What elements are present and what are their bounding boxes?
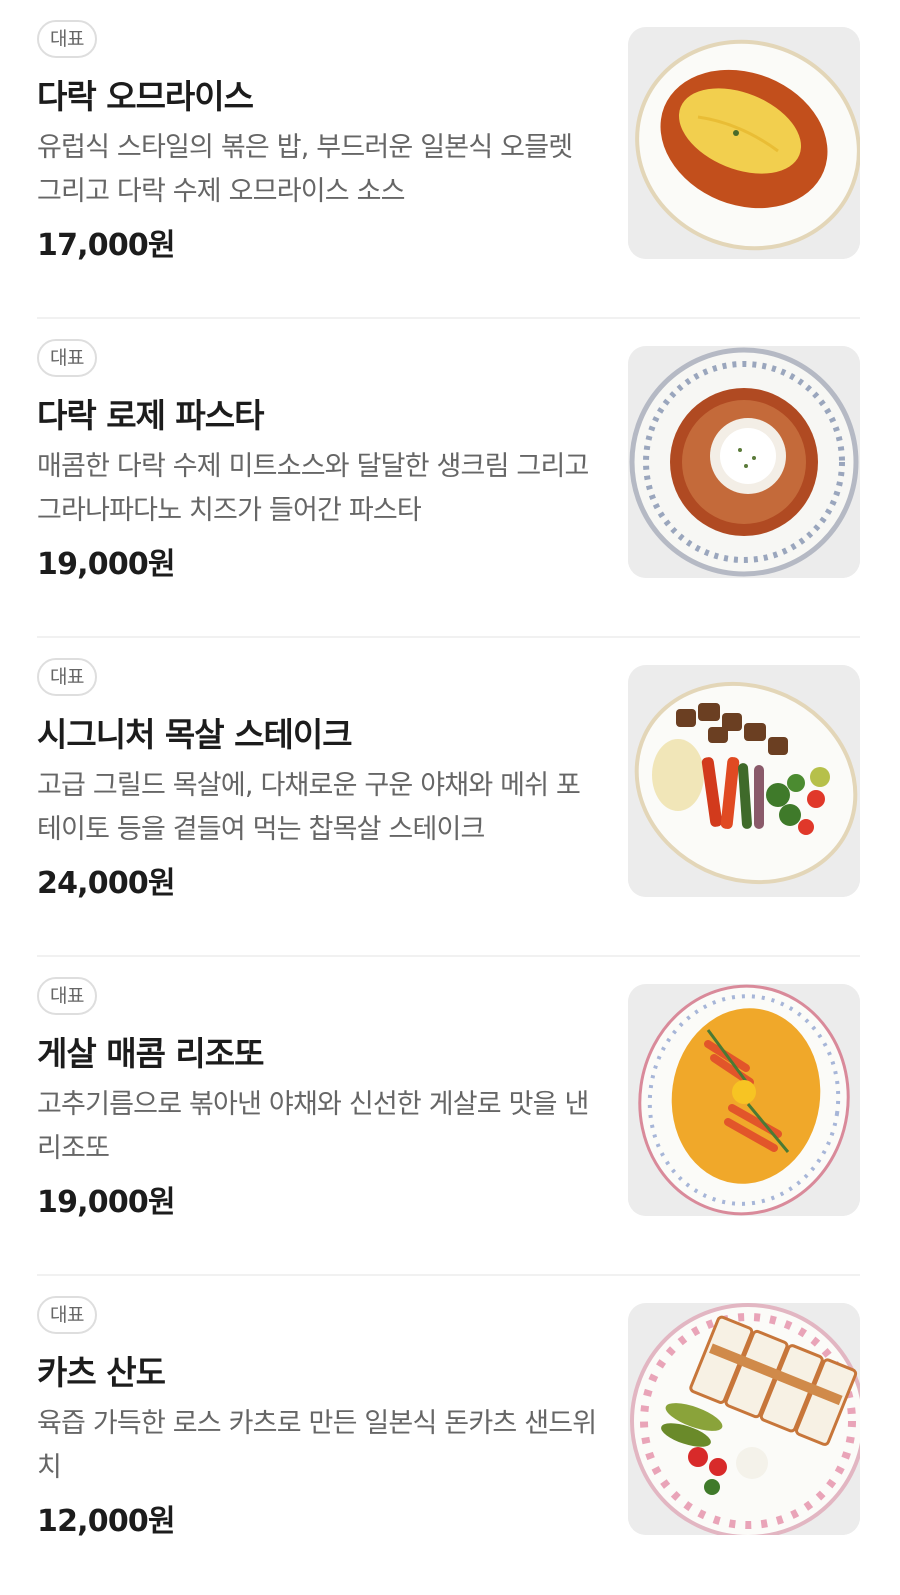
- menu-list: 대표 다락 오므라이스 유럽식 스타일의 볶은 밥, 부드러운 일본식 오믈렛 …: [0, 0, 900, 1595]
- menu-item-price: 19,000원: [37, 1185, 176, 1220]
- menu-item[interactable]: 대표 다락 로제 파스타 매콤한 다락 수제 미트소스와 달달한 생크림 그리고…: [0, 319, 900, 638]
- signature-badge: 대표: [37, 339, 97, 377]
- menu-item-price: 17,000원: [37, 228, 176, 263]
- menu-item-price: 24,000원: [37, 866, 176, 901]
- menu-item-price: 19,000원: [37, 547, 176, 582]
- menu-item[interactable]: 대표 다락 오므라이스 유럽식 스타일의 볶은 밥, 부드러운 일본식 오믈렛 …: [0, 0, 900, 319]
- menu-item-name: 다락 로제 파스타: [37, 396, 264, 435]
- menu-item-name: 시그니처 목살 스테이크: [37, 715, 353, 754]
- menu-item-description: 고급 그릴드 목살에, 다채로운 구운 야채와 메쉬 포테이토 등을 곁들여 먹…: [37, 770, 581, 845]
- signature-badge: 대표: [37, 658, 97, 696]
- katsu-sando-photo[interactable]: [628, 1303, 860, 1535]
- menu-item-description: 고추기름으로 볶아낸 야채와 신선한 게살로 맛을 낸 리조또: [37, 1089, 589, 1164]
- crab-risotto-photo[interactable]: [628, 984, 860, 1216]
- signature-badge: 대표: [37, 20, 97, 58]
- menu-item-description: 유럽식 스타일의 볶은 밥, 부드러운 일본식 오믈렛 그리고 다락 수제 오므…: [37, 132, 573, 207]
- signature-badge: 대표: [37, 1296, 97, 1334]
- menu-item-name: 게살 매콤 리조또: [37, 1034, 264, 1073]
- pork-neck-steak-photo[interactable]: [628, 665, 860, 897]
- menu-item-name: 다락 오므라이스: [37, 77, 254, 116]
- rose-pasta-photo[interactable]: [628, 346, 860, 578]
- omurice-photo[interactable]: [628, 27, 860, 259]
- menu-item-price: 12,000원: [37, 1504, 176, 1539]
- menu-item[interactable]: 대표 카츠 산도 육즙 가득한 로스 카츠로 만든 일본식 돈카츠 샌드위치 1…: [0, 1276, 900, 1595]
- menu-item[interactable]: 대표 게살 매콤 리조또 고추기름으로 볶아낸 야채와 신선한 게살로 맛을 낸…: [0, 957, 900, 1276]
- menu-item-name: 카츠 산도: [37, 1353, 166, 1392]
- menu-item-description: 육즙 가득한 로스 카츠로 만든 일본식 돈카츠 샌드위치: [37, 1408, 597, 1483]
- menu-item[interactable]: 대표 시그니처 목살 스테이크 고급 그릴드 목살에, 다채로운 구운 야채와 …: [0, 638, 900, 957]
- menu-item-description: 매콤한 다락 수제 미트소스와 달달한 생크림 그리고 그라나파다노 치즈가 들…: [37, 451, 589, 526]
- signature-badge: 대표: [37, 977, 97, 1015]
